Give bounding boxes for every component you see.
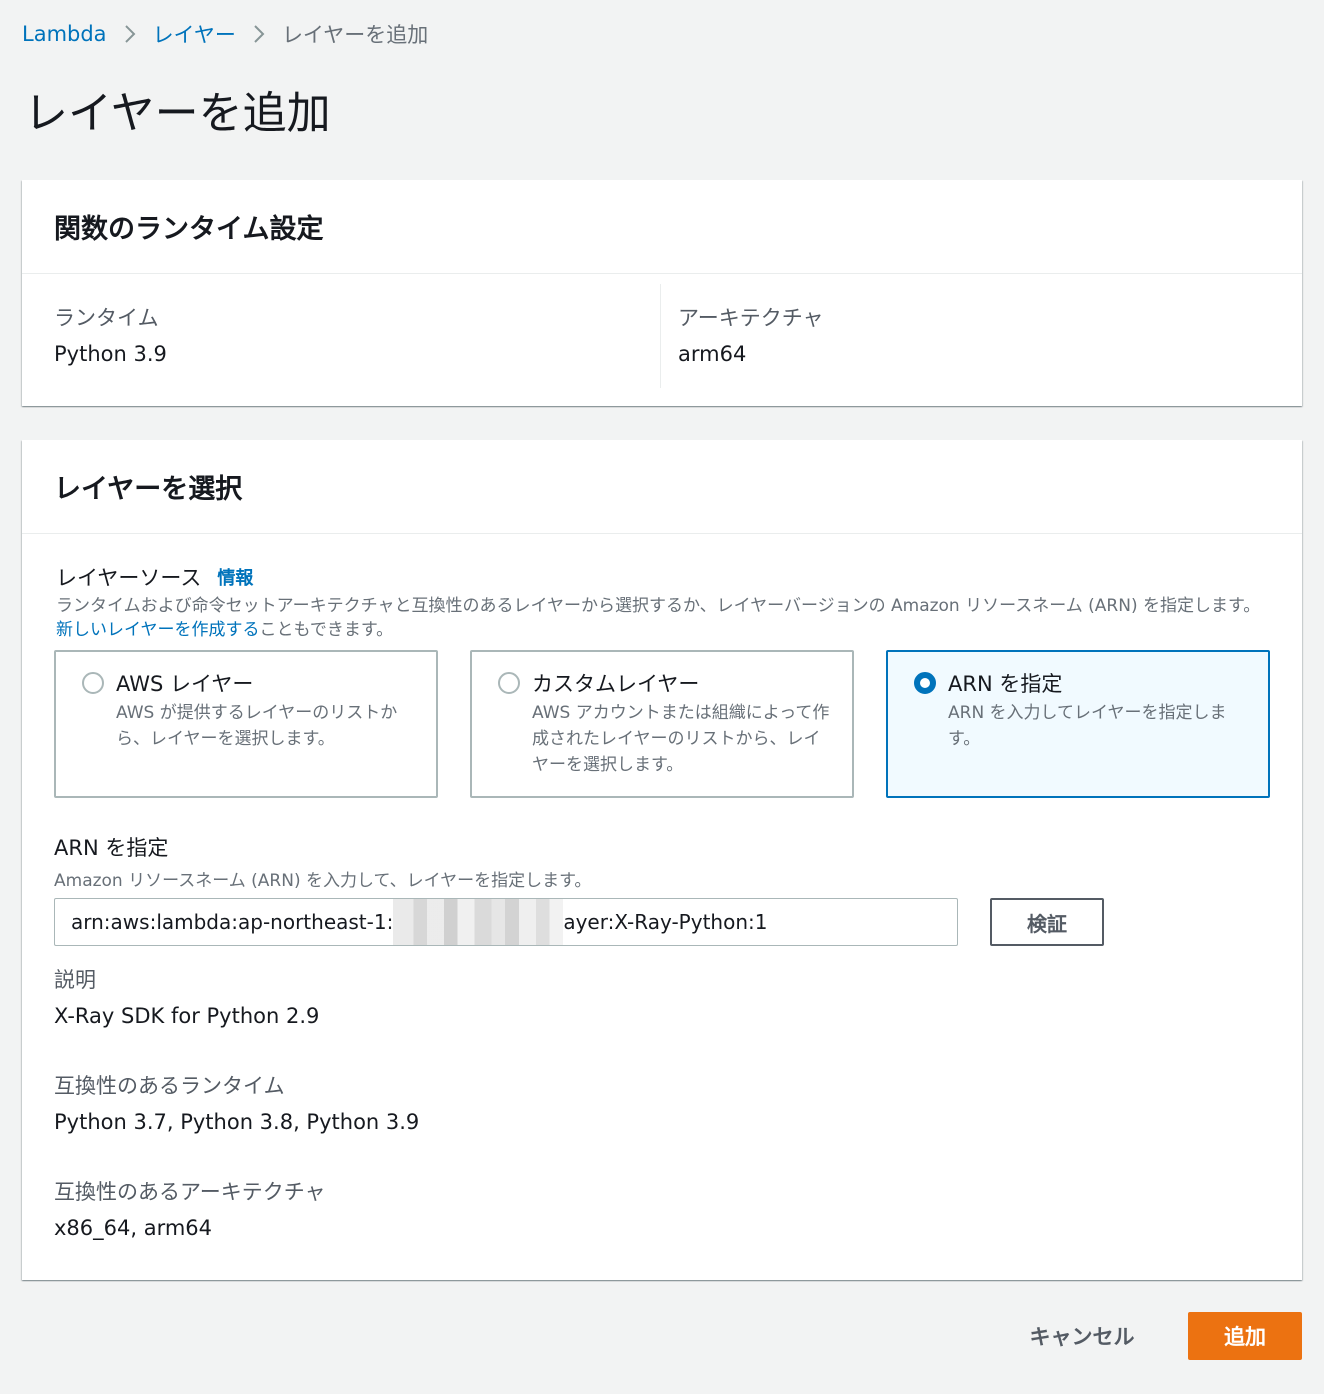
runtime-settings-title: 関数のランタイム設定 — [54, 214, 324, 245]
description-value: X-Ray SDK for Python 2.9 — [54, 1004, 320, 1028]
layer-source-description-text: ランタイムおよび命令セットアーキテクチャと互換性のあるレイヤーから選択するか、レ… — [56, 596, 1261, 616]
arn-description: Amazon リソースネーム (ARN) を入力して、レイヤーを指定します。 — [54, 871, 592, 891]
arn-input[interactable]: arn:aws:lambda:ap-northeast-1: ayer:X-Ray… — [54, 898, 958, 946]
layer-source-description-tail: こともできます。 — [259, 620, 394, 640]
layer-select-header: レイヤーを選択 — [22, 440, 1302, 534]
tile-custom-layers-title: カスタムレイヤー — [532, 672, 700, 696]
breadcrumb-lambda[interactable]: Lambda — [22, 22, 107, 46]
layer-source-label: レイヤーソース — [56, 566, 202, 590]
runtime-settings-panel: 関数のランタイム設定 ランタイム Python 3.9 アーキテクチャ arm6… — [22, 180, 1302, 406]
chevron-right-icon — [107, 24, 153, 44]
architecture-value: arm64 — [678, 342, 747, 366]
page-title: レイヤーを追加 — [24, 88, 331, 139]
chevron-right-icon — [236, 24, 282, 44]
tile-specify-arn-title: ARN を指定 — [948, 672, 1063, 696]
column-divider — [660, 284, 661, 388]
tile-custom-layers-description: AWS アカウントまたは組織によって作成されたレイヤーのリストから、レイヤーを選… — [532, 703, 830, 775]
arn-value-suffix: ayer:X-Ray-Python:1 — [563, 910, 768, 934]
layer-select-title: レイヤーを選択 — [54, 474, 243, 505]
compatible-runtimes-label: 互換性のあるランタイム — [54, 1074, 285, 1098]
breadcrumb: Lambda レイヤー レイヤーを追加 — [22, 18, 428, 50]
tile-aws-layers[interactable]: AWS レイヤー AWS が提供するレイヤーのリストから、レイヤーを選択します。 — [54, 650, 438, 798]
layer-source-description: ランタイムおよび命令セットアーキテクチャと互換性のあるレイヤーから選択するか、レ… — [56, 594, 1272, 642]
compatible-runtimes-value: Python 3.7, Python 3.8, Python 3.9 — [54, 1110, 420, 1134]
layer-select-panel: レイヤーを選択 レイヤーソース 情報 ランタイムおよび命令セットアーキテクチャと… — [22, 440, 1302, 1280]
runtime-settings-body: ランタイム Python 3.9 アーキテクチャ arm64 — [22, 274, 1302, 405]
runtime-settings-header: 関数のランタイム設定 — [22, 180, 1302, 274]
arn-value-prefix: arn:aws:lambda:ap-northeast-1: — [71, 910, 394, 934]
tile-aws-layers-title: AWS レイヤー — [116, 672, 254, 696]
radio-specify-arn[interactable] — [914, 672, 936, 694]
arn-label: ARN を指定 — [54, 836, 169, 860]
layer-source-label-row: レイヤーソース 情報 — [56, 562, 253, 592]
info-link[interactable]: 情報 — [217, 564, 253, 590]
compatible-architectures-value: x86_64, arm64 — [54, 1216, 213, 1240]
breadcrumb-current: レイヤーを追加 — [281, 23, 429, 47]
redacted-account-id — [393, 899, 564, 945]
create-new-layer-link[interactable]: 新しいレイヤーを作成する — [56, 620, 260, 640]
cancel-button[interactable]: キャンセル — [1002, 1312, 1162, 1360]
add-button[interactable]: 追加 — [1188, 1312, 1302, 1360]
tile-specify-arn-description: ARN を入力してレイヤーを指定します。 — [948, 703, 1227, 749]
description-label: 説明 — [54, 968, 96, 992]
compatible-architectures-label: 互換性のあるアーキテクチャ — [54, 1180, 326, 1204]
breadcrumb-layers[interactable]: レイヤー — [153, 19, 236, 49]
architecture-label: アーキテクチャ — [678, 306, 824, 330]
runtime-label: ランタイム — [54, 306, 159, 330]
radio-aws-layers[interactable] — [82, 672, 104, 694]
tile-specify-arn[interactable]: ARN を指定 ARN を入力してレイヤーを指定します。 — [886, 650, 1270, 798]
tile-aws-layers-description: AWS が提供するレイヤーのリストから、レイヤーを選択します。 — [116, 703, 398, 749]
radio-custom-layers[interactable] — [498, 672, 520, 694]
validate-button[interactable]: 検証 — [990, 898, 1104, 946]
tile-custom-layers[interactable]: カスタムレイヤー AWS アカウントまたは組織によって作成されたレイヤーのリスト… — [470, 650, 854, 798]
runtime-value: Python 3.9 — [54, 342, 167, 366]
